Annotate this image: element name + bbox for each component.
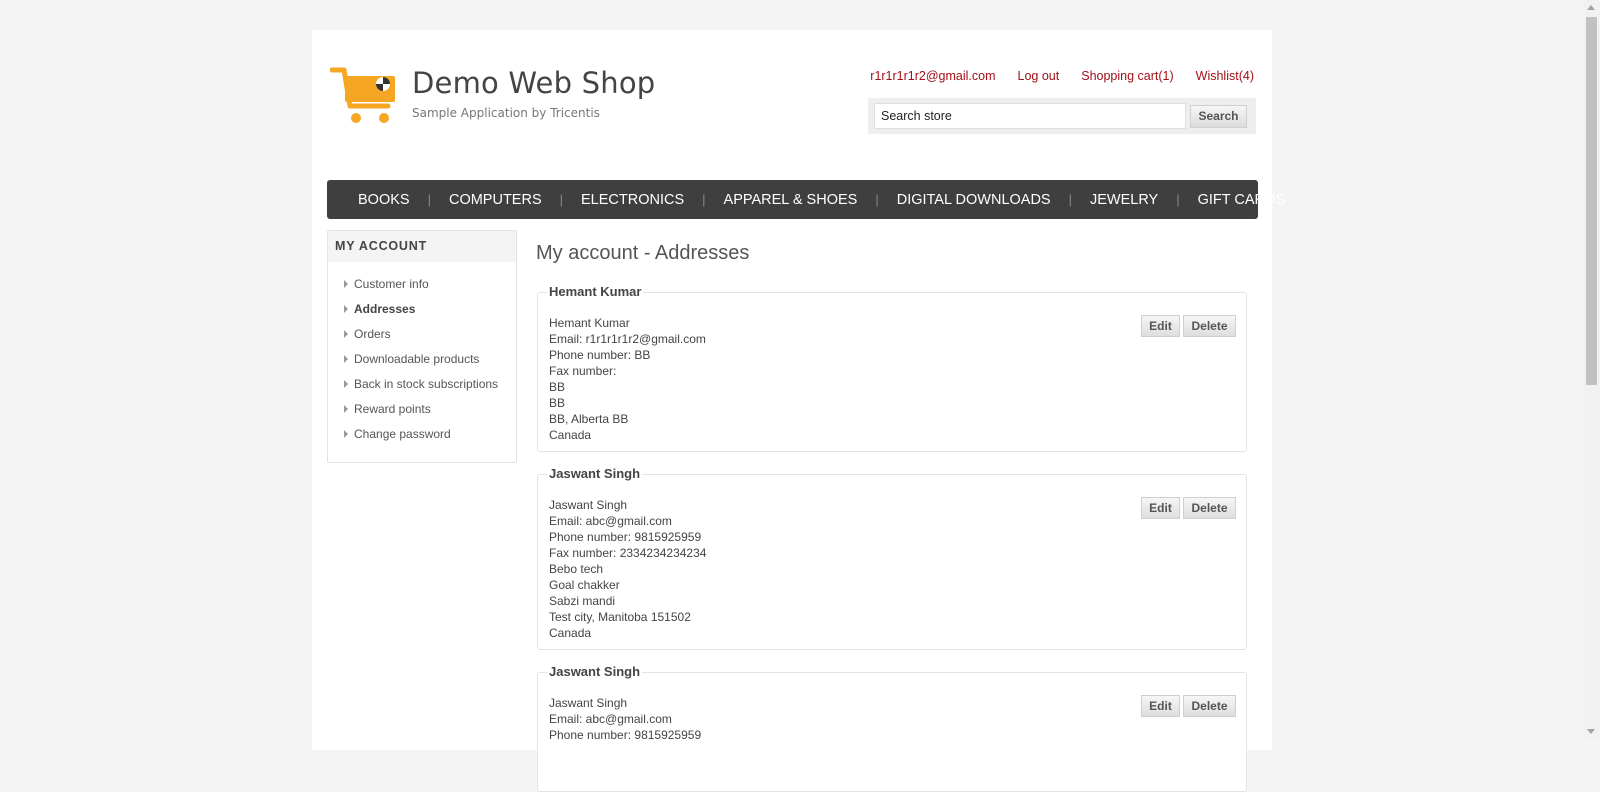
address-title: Jaswant Singh [547,466,643,481]
top-menu: BOOKS | COMPUTERS | ELECTRONICS | APPARE… [327,180,1285,219]
address-line: Jaswant Singh [549,498,628,512]
delete-address-button[interactable]: Delete [1183,695,1236,717]
address-line: Canada [549,626,592,640]
arrow-right-icon [344,404,348,413]
nav-books[interactable]: BOOKS [343,192,425,208]
nav-separator: | [875,192,879,207]
sidebar-item-label: Back in stock subscriptions [354,376,499,391]
address-line: Fax number: 2334234234234 [549,546,707,560]
vertical-scrollbar[interactable] [1583,0,1600,739]
address-line: Phone number: 9815925959 [549,530,702,544]
address-line: Goal chakker [549,578,620,592]
sidebar-item-label: Downloadable products [354,351,480,366]
sidebar-item-addresses[interactable]: Addresses [328,296,516,321]
edit-address-button[interactable]: Edit [1141,315,1180,337]
search-button[interactable]: Search [1190,104,1247,128]
sidebar-item-change-password[interactable]: Change password [328,421,516,446]
nav-separator: | [702,192,706,207]
address-item: Jaswant Singh Jaswant Singh Email: abc@g… [537,466,1247,650]
address-line: BB [549,396,566,410]
address-title: Jaswant Singh [547,664,643,679]
arrow-right-icon [344,279,348,288]
site-logo[interactable]: Demo Web Shop Sample Application by Tric… [330,66,655,126]
header-links: r1r1r1r1r2@gmail.com Log out Shopping ca… [870,69,1254,83]
address-item: Hemant Kumar Hemant Kumar Email: r1r1r1r… [537,284,1247,452]
sidebar-item-orders[interactable]: Orders [328,321,516,346]
sidebar-item-label: Orders [354,326,391,341]
nav-separator: | [559,192,564,207]
nav-gift-cards[interactable]: GIFT CARDS [1183,192,1301,208]
address-details: Jaswant Singh Email: abc@gmail.com Phone… [549,497,706,641]
nav-digital-downloads[interactable]: DIGITAL DOWNLOADS [882,192,1066,208]
nav-electronics[interactable]: ELECTRONICS [566,192,699,208]
account-email-link[interactable]: r1r1r1r1r2@gmail.com [870,69,995,83]
arrow-right-icon [344,354,348,363]
address-line: BB, Alberta BB [549,412,629,426]
scroll-down-icon[interactable] [1587,729,1595,734]
address-line: Hemant Kumar [549,316,630,330]
wishlist-count: (4) [1238,69,1254,83]
logout-link[interactable]: Log out [1018,69,1060,83]
sidebar-item-back-in-stock[interactable]: Back in stock subscriptions [328,371,516,396]
shopping-cart-logo-icon [330,67,395,123]
sidebar-heading: MY ACCOUNT [328,231,516,262]
address-line: BB [549,380,566,394]
nav-computers[interactable]: COMPUTERS [434,192,557,208]
address-line: Bebo tech [549,562,604,576]
sidebar-item-label: Reward points [354,401,431,416]
page-title: My account - Addresses [536,242,750,264]
address-line: Test city, Manitoba 151502 [549,610,691,624]
sidebar-item-reward-points[interactable]: Reward points [328,396,516,421]
shopping-cart-label: Shopping cart [1081,69,1159,83]
nav-apparel-shoes[interactable]: APPAREL & SHOES [709,192,873,208]
address-line: Email: abc@gmail.com [549,514,672,528]
nav-separator: | [427,192,431,207]
nav-separator: | [1068,192,1072,207]
delete-address-button[interactable]: Delete [1183,497,1236,519]
arrow-right-icon [344,379,348,388]
site-title: Demo Web Shop [412,66,656,100]
sidebar-item-label: Change password [354,426,451,441]
address-line: Phone number: 9815925959 [549,728,702,742]
address-actions: Edit Delete [1138,695,1236,717]
arrow-right-icon [344,304,348,313]
address-line: Jaswant Singh [549,696,628,710]
nav-jewelry[interactable]: JEWELRY [1075,192,1173,208]
page-container: Demo Web Shop Sample Application by Tric… [312,30,1285,792]
address-line: Canada [549,428,592,442]
scroll-up-icon[interactable] [1587,5,1595,10]
address-item: Jaswant Singh Jaswant Singh Email: abc@g… [537,664,1247,792]
site-subtitle: Sample Application by Tricentis [412,106,600,120]
address-line: Email: r1r1r1r1r2@gmail.com [549,332,706,346]
sidebar-item-label: Customer info [354,276,429,291]
wishlist-label: Wishlist [1195,69,1239,83]
address-actions: Edit Delete [1138,315,1236,337]
cart-count: (1) [1158,69,1174,83]
address-details: Jaswant Singh Email: abc@gmail.com Phone… [549,695,701,743]
account-navigation: MY ACCOUNT Customer info Addresses Order… [327,230,517,463]
scrollbar-thumb[interactable] [1586,17,1597,385]
address-line: Sabzi mandi [549,594,616,608]
address-line: Email: abc@gmail.com [549,712,672,726]
address-line: Fax number: [549,364,617,378]
address-actions: Edit Delete [1138,497,1236,519]
sidebar-item-downloadable-products[interactable]: Downloadable products [328,346,516,371]
arrow-right-icon [344,329,348,338]
sidebar-item-label: Addresses [354,301,416,316]
arrow-right-icon [344,429,348,438]
delete-address-button[interactable]: Delete [1183,315,1236,337]
address-details: Hemant Kumar Email: r1r1r1r1r2@gmail.com… [549,315,706,443]
shopping-cart-link[interactable]: Shopping cart(1) [1081,69,1173,83]
address-title: Hemant Kumar [547,284,644,299]
nav-separator: | [1176,192,1180,207]
search-box: Search [868,98,1256,134]
edit-address-button[interactable]: Edit [1141,695,1180,717]
edit-address-button[interactable]: Edit [1141,497,1180,519]
wishlist-link[interactable]: Wishlist(4) [1196,69,1254,83]
search-input[interactable] [874,103,1186,129]
sidebar-item-customer-info[interactable]: Customer info [328,271,516,296]
address-line: Phone number: BB [549,348,651,362]
